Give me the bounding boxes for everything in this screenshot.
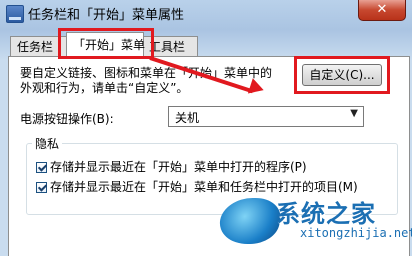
site-logo-icon	[215, 198, 285, 244]
properties-window: 任务栏和「开始」菜单属性 ✕ 任务栏 「开始」菜单 工具栏 要自定义链接、图标和…	[0, 0, 412, 256]
power-button-value: 关机	[175, 111, 200, 125]
chevron-down-icon: ▼	[350, 108, 358, 119]
store-programs-label: 存储并显示最近在「开始」菜单中打开的程序(P)	[50, 160, 307, 174]
privacy-group-title: 隐私	[32, 135, 63, 152]
close-button[interactable]: ✕	[358, 0, 406, 21]
store-programs-option[interactable]: 存储并显示最近在「开始」菜单中打开的程序(P)	[36, 158, 307, 175]
watermark-url: xitongzhijia.net	[300, 226, 412, 240]
taskbar-app-icon	[6, 5, 24, 23]
power-button-select[interactable]: 关机 ▼	[168, 106, 364, 127]
tab-highlight-box	[58, 28, 154, 59]
store-items-checkbox[interactable]	[36, 182, 47, 193]
watermark-site-name: 系统之家	[276, 200, 376, 228]
title-bar[interactable]: 任务栏和「开始」菜单属性 ✕	[0, 0, 412, 30]
store-programs-checkbox[interactable]	[36, 162, 47, 173]
close-icon: ✕	[376, 2, 388, 17]
button-highlight-box	[294, 56, 390, 94]
window-title: 任务栏和「开始」菜单属性	[28, 8, 185, 23]
watermark: 系统之家 xitongzhijia.net	[212, 192, 412, 256]
power-button-label: 电源按钮操作(B):	[20, 112, 114, 126]
customize-description: 要自定义链接、图标和菜单在「开始」菜单中的外观和行为，请单击“自定义”。	[20, 66, 273, 95]
